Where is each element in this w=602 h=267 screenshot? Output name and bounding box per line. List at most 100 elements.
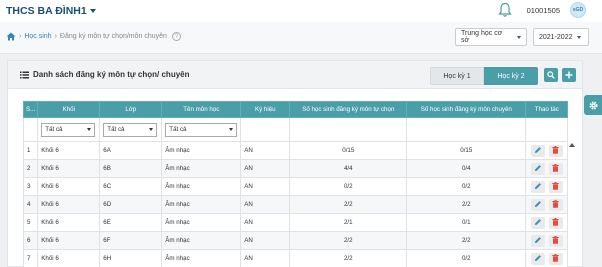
- delete-button[interactable]: [548, 144, 563, 157]
- list-icon: [20, 71, 29, 78]
- tab-semester-1[interactable]: Học kỳ 1: [430, 67, 484, 85]
- delete-icon: [552, 145, 559, 156]
- help-icon[interactable]: ?: [171, 32, 181, 41]
- school-level-select[interactable]: Trung học cơ sở: [455, 28, 527, 46]
- grade-filter-select[interactable]: Tất cả: [41, 122, 96, 137]
- delete-icon: [552, 163, 559, 174]
- edit-button[interactable]: [530, 234, 545, 247]
- breadcrumb: › Học sinh › Đăng ký môn tự chọn/môn chu…: [6, 32, 181, 41]
- edit-button[interactable]: [530, 144, 545, 157]
- avatar-text: sGD: [572, 7, 584, 13]
- cell-actions: [525, 159, 569, 178]
- cell-subject: Âm nhạc: [161, 159, 242, 178]
- table-row: 4 Khối 6 6D Âm nhạc AN 2/2 2/2: [22, 195, 569, 214]
- cell-class: 6B: [99, 159, 163, 178]
- edit-icon: [534, 146, 542, 156]
- delete-button[interactable]: [548, 180, 563, 193]
- class-filter-value: Tất cả: [107, 126, 125, 133]
- user-id[interactable]: 01001505: [527, 6, 560, 15]
- search-button[interactable]: [544, 68, 558, 82]
- cell-code: AN: [240, 249, 291, 267]
- cell-subject: Âm nhạc: [161, 141, 242, 160]
- plus-icon: [565, 71, 573, 79]
- cell-grade: Khối 6: [37, 249, 101, 267]
- cell-code: AN: [240, 159, 291, 178]
- search-icon: [547, 71, 555, 79]
- table-row: 3 Khối 6 6C Âm nhạc AN 0/2 0/2: [22, 177, 569, 196]
- gear-icon: [588, 100, 598, 110]
- cell-grade: Khối 6: [37, 159, 101, 178]
- table-row: 7 Khối 6 6H Âm nhạc AN 2/2 0/2: [22, 249, 569, 267]
- filter-cell-empty: [22, 117, 39, 142]
- school-selector[interactable]: THCS BA ĐÌNH1: [6, 5, 96, 17]
- caret-down-icon: [149, 128, 154, 131]
- cell-subject: Âm nhạc: [161, 231, 242, 250]
- cell-elective-count: 2/2: [289, 231, 408, 250]
- cell-elective-count: 0/2: [289, 177, 408, 196]
- edit-icon: [534, 164, 542, 174]
- cell-code: AN: [240, 195, 291, 214]
- cell-actions: [525, 213, 569, 232]
- col-header-specialized-count: Số học sinh đăng ký môn chuyên: [406, 101, 527, 118]
- tab-semester-2[interactable]: Học kỳ 2: [484, 67, 538, 85]
- table-body: 1 Khối 6 6A Âm nhạc AN 0/15 0/15 2 Khối 6 6B Âm nh…: [22, 141, 569, 267]
- breadcrumb-separator: ›: [19, 33, 22, 40]
- cell-index: 3: [22, 177, 39, 196]
- home-icon[interactable]: [6, 32, 16, 41]
- cell-specialized-count: 2/2: [406, 195, 527, 214]
- cell-subject: Âm nhạc: [161, 213, 242, 232]
- delete-button[interactable]: [548, 198, 563, 211]
- bell-icon[interactable]: [497, 2, 512, 18]
- subject-filter-select[interactable]: Tất cả: [165, 122, 238, 137]
- table-row: 1 Khối 6 6A Âm nhạc AN 0/15 0/15: [22, 141, 569, 160]
- delete-icon: [552, 181, 559, 192]
- filter-cell-empty: [406, 117, 527, 142]
- cell-index: 1: [22, 141, 39, 160]
- cell-code: AN: [240, 177, 291, 196]
- cell-grade: Khối 6: [37, 213, 101, 232]
- caret-down-icon: [87, 128, 92, 131]
- school-year-select[interactable]: 2021-2022: [533, 28, 589, 46]
- delete-icon: [552, 235, 559, 246]
- col-header-elective-count: Số học sinh đăng ký môn tự chọn: [289, 101, 408, 118]
- edit-button[interactable]: [530, 216, 545, 229]
- scroll-up-arrow[interactable]: [569, 143, 575, 147]
- col-header-class: Lớp: [99, 101, 163, 118]
- filter-cell-grade: Tất cả: [37, 117, 101, 142]
- cell-elective-count: 2/2: [289, 195, 408, 214]
- breadcrumb-students[interactable]: Học sinh: [24, 33, 51, 40]
- delete-button[interactable]: [548, 162, 563, 175]
- cell-grade: Khối 6: [37, 195, 101, 214]
- edit-icon: [534, 218, 542, 228]
- delete-button[interactable]: [548, 252, 563, 265]
- edit-icon: [534, 254, 542, 264]
- col-header-actions: Thao tác: [525, 101, 569, 118]
- cell-index: 4: [22, 195, 39, 214]
- settings-button[interactable]: [584, 95, 602, 115]
- edit-button[interactable]: [530, 180, 545, 193]
- avatar[interactable]: sGD: [570, 2, 586, 18]
- class-filter-select[interactable]: Tất cả: [103, 122, 158, 137]
- table-row: 2 Khối 6 6B Âm nhạc AN 4/4 0/4: [22, 159, 569, 178]
- edit-button[interactable]: [530, 162, 545, 175]
- delete-button[interactable]: [548, 234, 563, 247]
- school-name: THCS BA ĐÌNH1: [6, 5, 87, 17]
- semester-tabs: Học kỳ 1 Học kỳ 2: [430, 67, 538, 85]
- add-button[interactable]: [562, 68, 576, 82]
- filter-cell-empty: [289, 117, 408, 142]
- filter-cell-subject: Tất cả: [161, 117, 242, 142]
- delete-button[interactable]: [548, 216, 563, 229]
- cell-code: AN: [240, 213, 291, 232]
- cell-subject: Âm nhạc: [161, 249, 242, 267]
- edit-button[interactable]: [530, 198, 545, 211]
- col-header-subject: Tên môn học: [161, 101, 242, 118]
- cell-index: 5: [22, 213, 39, 232]
- cell-elective-count: 4/4: [289, 159, 408, 178]
- cell-code: AN: [240, 141, 291, 160]
- chevron-down-icon: [517, 35, 521, 39]
- cell-subject: Âm nhạc: [161, 177, 242, 196]
- edit-button[interactable]: [530, 252, 545, 265]
- filter-cell-empty: [240, 117, 291, 142]
- card-header: Danh sách đăng ký môn tự chọn/ chuyên Họ…: [8, 61, 582, 89]
- cell-grade: Khối 6: [37, 177, 101, 196]
